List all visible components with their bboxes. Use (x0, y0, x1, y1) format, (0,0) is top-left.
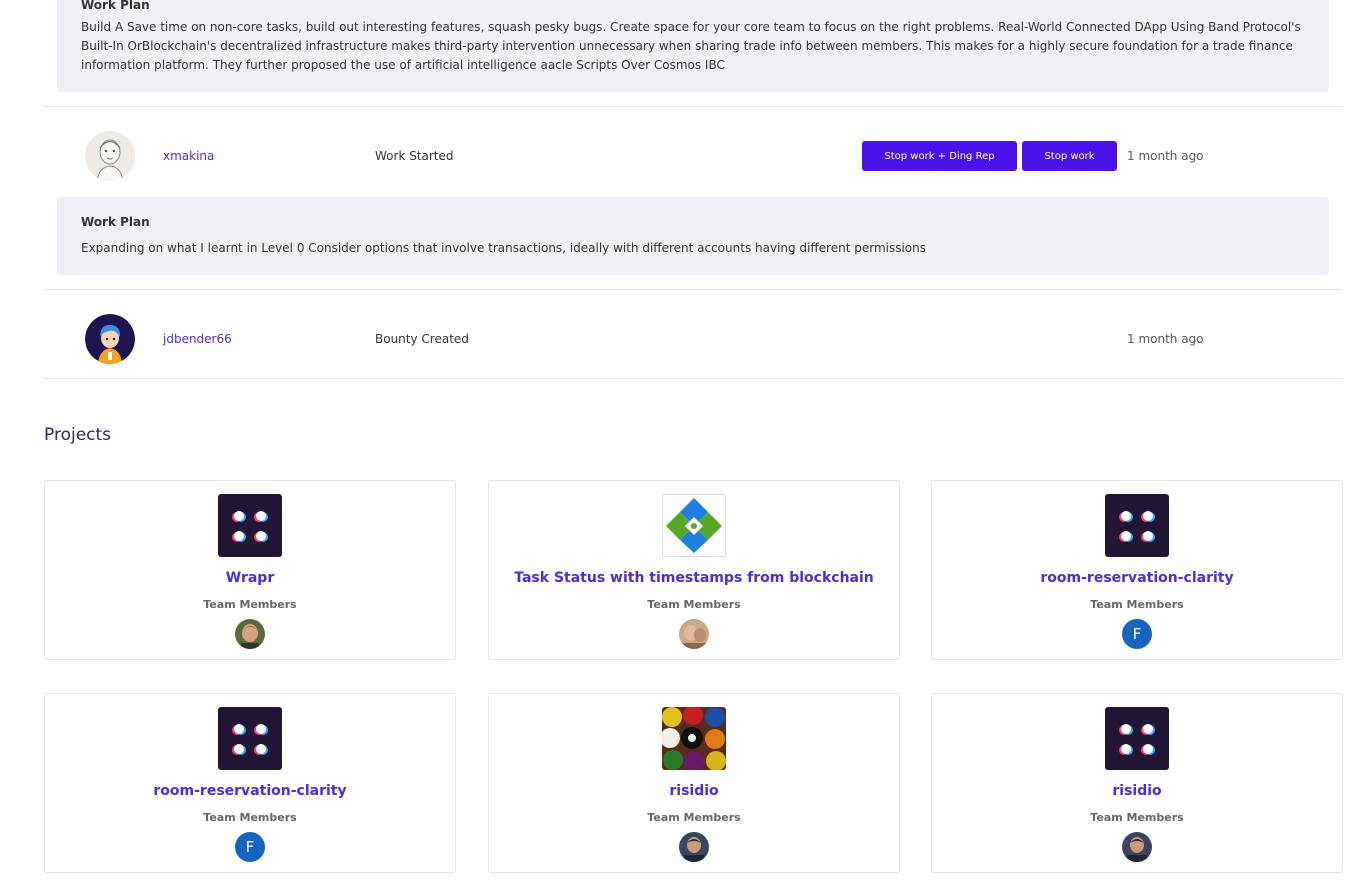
projects-heading: Projects (44, 425, 112, 445)
project-name[interactable]: Wrapr (45, 570, 455, 586)
project-card[interactable]: room-reservation-clarity Team Members F (931, 480, 1343, 660)
team-members-label: Team Members (647, 811, 741, 824)
divider (44, 378, 1342, 379)
activity-time: 1 month ago (1127, 149, 1204, 163)
project-name[interactable]: risidio (489, 783, 899, 799)
activity-status: Work Started (375, 149, 454, 163)
team-members-label: Team Members (203, 811, 297, 824)
work-plan-box: Work Plan Expanding on what I learnt in … (57, 197, 1329, 275)
dots-logo-icon (1105, 494, 1169, 557)
project-name[interactable]: room-reservation-clarity (45, 783, 455, 799)
team-members-label: Team Members (1090, 811, 1184, 824)
activity-row: jdbender66 Bounty Created 1 month ago (44, 294, 1342, 384)
work-plan-text: Build A Save time on non-core tasks, bui… (81, 20, 1301, 72)
user-avatar[interactable] (85, 314, 135, 364)
project-card[interactable]: Wrapr Team Members (44, 480, 456, 660)
team-members-label: Team Members (203, 598, 297, 611)
team-member-avatar[interactable]: F (1122, 619, 1152, 649)
avatar-initial: F (1122, 619, 1152, 649)
stop-work-button[interactable]: Stop work (1022, 141, 1117, 171)
project-name[interactable]: risidio (932, 783, 1342, 799)
project-card[interactable]: room-reservation-clarity Team Members F (44, 693, 456, 873)
activity-status: Bounty Created (375, 332, 469, 346)
work-plan-title: Work Plan (81, 0, 150, 12)
team-member-avatar[interactable] (679, 619, 709, 649)
activity-row: xmakina Work Started Stop work + Ding Re… (44, 111, 1342, 201)
project-card[interactable]: Task Status with timestamps from blockch… (488, 480, 900, 660)
dots-logo-icon (218, 707, 282, 770)
team-member-avatar[interactable] (1122, 832, 1152, 862)
activity-time: 1 month ago (1127, 332, 1204, 346)
team-members-label: Team Members (1090, 598, 1184, 611)
username-link[interactable]: xmakina (163, 149, 214, 163)
project-name[interactable]: Task Status with timestamps from blockch… (489, 570, 899, 586)
divider (44, 289, 1342, 290)
green-blue-diamond-logo-icon (662, 494, 726, 557)
project-card[interactable]: risidio Team Members (488, 693, 900, 873)
team-member-avatar[interactable] (235, 619, 265, 649)
work-plan-title: Work Plan (81, 215, 150, 229)
project-card[interactable]: risidio Team Members (931, 693, 1343, 873)
work-plan-text: Expanding on what I learnt in Level 0 Co… (81, 241, 926, 255)
team-members-label: Team Members (647, 598, 741, 611)
avatar-initial: F (235, 832, 265, 862)
dots-logo-icon (1105, 707, 1169, 770)
username-link[interactable]: jdbender66 (163, 332, 232, 346)
dots-logo-icon (218, 494, 282, 557)
team-member-avatar[interactable]: F (235, 832, 265, 862)
billiard-balls-logo-icon (662, 707, 726, 770)
divider (44, 106, 1342, 107)
stop-work-ding-rep-button[interactable]: Stop work + Ding Rep (862, 141, 1017, 171)
work-plan-box: Work Plan Build A Save time on non-core … (57, 0, 1329, 92)
project-name[interactable]: room-reservation-clarity (932, 570, 1342, 586)
team-member-avatar[interactable] (679, 832, 709, 862)
user-avatar[interactable] (85, 131, 135, 181)
